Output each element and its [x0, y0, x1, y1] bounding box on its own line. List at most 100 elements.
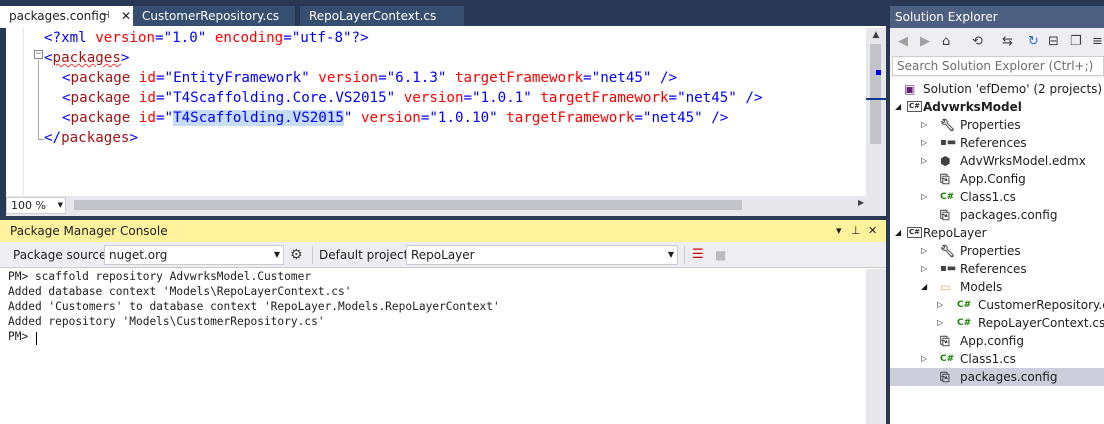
xml-token: packages — [52, 50, 121, 66]
se-title: Solution Explorer — [895, 10, 998, 24]
close-icon[interactable]: ✕ — [121, 6, 131, 26]
wrench-icon: 🔧︎ — [940, 118, 956, 132]
references-icon: ▪▬ — [940, 137, 957, 148]
tree-node-label: References — [960, 136, 1027, 150]
tree-node-label: RepoLayerContext.cs — [978, 316, 1104, 330]
tree-node-models-folder[interactable]: ◢ ▭ Models — [890, 278, 1104, 296]
code-line-6: </packages> — [44, 128, 138, 148]
dropdown-icon[interactable]: ▼ — [668, 246, 674, 264]
expanded-icon[interactable]: ◢ — [895, 98, 901, 116]
xml-token: " — [164, 110, 174, 126]
scroll-thumb[interactable] — [870, 44, 881, 144]
scroll-right-icon[interactable]: ▶ — [858, 198, 864, 207]
copy-icon[interactable]: ❐ — [1070, 28, 1082, 56]
xml-token: /> — [702, 110, 729, 126]
code-line-5: <package id="T4Scaffolding.VS2015" versi… — [62, 108, 728, 128]
xml-token — [310, 70, 319, 86]
stop-icon[interactable]: ■ — [715, 242, 726, 268]
dropdown-icon[interactable]: ▾ — [836, 220, 842, 242]
dropdown-icon[interactable]: ▼ — [274, 246, 280, 264]
tree-node-packages-config-selected[interactable]: ⎘ packages.config — [890, 368, 1104, 386]
collapse-icon[interactable]: − — [34, 50, 43, 59]
xml-token — [498, 110, 507, 126]
xml-token: version — [95, 30, 156, 46]
xml-token: package — [70, 90, 131, 106]
collapsed-icon[interactable]: ▷ — [937, 314, 943, 332]
edmx-icon: ⬢ — [940, 154, 951, 168]
tree-node-properties[interactable]: ▷ 🔧︎ Properties — [890, 242, 1104, 260]
tab-customer-repository[interactable]: CustomerRepository.cs — [133, 6, 295, 26]
csharp-file-icon: C# — [957, 300, 972, 310]
code-editor[interactable]: − <?xml version="1.0" encoding="utf-8"?>… — [6, 28, 866, 196]
xml-token: = — [283, 30, 292, 46]
collapsed-icon[interactable]: ▷ — [921, 188, 927, 206]
tab-label: RepoLayerContext.cs — [309, 9, 437, 23]
xml-token: = — [668, 90, 678, 106]
editor-vertical-scrollbar[interactable]: ▲ — [866, 28, 886, 196]
dropdown-icon[interactable]: ▼ — [58, 198, 63, 213]
scroll-up-icon[interactable]: ▲ — [866, 28, 886, 42]
tree-node-class1[interactable]: ▷ C# Class1.cs — [890, 188, 1104, 206]
text-caret — [36, 332, 37, 345]
collapsed-icon[interactable]: ▷ — [921, 134, 927, 152]
tree-node-customer-repository[interactable]: ▷ C# CustomerRepository.cs — [890, 296, 1104, 314]
tab-packages-config[interactable]: packages.config ⊣ ✕ — [0, 6, 135, 26]
collapse-all-icon[interactable]: ⊟ — [1048, 28, 1059, 56]
properties-icon[interactable]: ≡ — [1092, 28, 1103, 56]
tree-node-repo-layer-context[interactable]: ▷ C# RepoLayerContext.cs — [890, 314, 1104, 332]
zoom-combo[interactable]: 100 % ▼ — [6, 197, 66, 214]
wrench-icon: 🔧︎ — [940, 244, 956, 258]
package-source-select[interactable]: nuget.org ▼ — [104, 245, 284, 265]
expanded-icon[interactable]: ◢ — [921, 278, 927, 296]
tree-node-references[interactable]: ▷ ▪▬ References — [890, 260, 1104, 278]
collapsed-icon[interactable]: ▷ — [921, 350, 927, 368]
horizontal-scroll-thumb[interactable] — [74, 200, 742, 210]
console-vertical-scrollbar[interactable] — [866, 269, 886, 424]
tree-node-packages-config[interactable]: ⎘ packages.config — [890, 206, 1104, 224]
xml-token: "1.0.10" — [429, 110, 498, 126]
default-project-select[interactable]: RepoLayer ▼ — [406, 245, 678, 265]
tree-node-class1[interactable]: ▷ C# Class1.cs — [890, 350, 1104, 368]
tree-node-edmx[interactable]: ▷ ⬢ AdvWrksModel.edmx — [890, 152, 1104, 170]
tree-node-app-config[interactable]: ⎘ App.Config — [890, 170, 1104, 188]
collapsed-icon[interactable]: ▷ — [937, 296, 943, 314]
xml-token: version — [361, 110, 421, 126]
refresh-icon[interactable]: ↻ — [1028, 28, 1039, 56]
se-search-input[interactable]: Search Solution Explorer (Ctrl+;) — [892, 56, 1104, 76]
xml-token: version — [318, 70, 379, 86]
tab-repo-layer-context[interactable]: RepoLayerContext.cs — [300, 6, 464, 26]
expanded-icon[interactable]: ◢ — [895, 224, 901, 242]
tree-node-project[interactable]: ◢ C# AdvwrksModel — [890, 98, 1104, 116]
pin-icon[interactable]: ⊥ — [851, 220, 861, 242]
toolbar-separator — [684, 246, 685, 264]
tree-node-properties[interactable]: ▷ 🔧︎ Properties — [890, 116, 1104, 134]
console-output[interactable]: PM> scaffold repository AdvwrksModel.Cus… — [0, 269, 866, 424]
console-prompt[interactable]: PM> — [8, 329, 35, 344]
xml-token: = — [155, 90, 165, 106]
xml-token: < — [62, 110, 71, 126]
csharp-file-icon: C# — [940, 354, 955, 364]
fold-guide — [38, 60, 39, 140]
back-icon[interactable]: ◀ — [898, 28, 908, 56]
se-tree: ▣ Solution 'efDemo' (2 projects) ◢ C# Ad… — [890, 78, 1104, 424]
collapsed-icon[interactable]: ▷ — [921, 242, 927, 260]
xml-token: = — [155, 70, 165, 86]
xml-token: = — [378, 70, 387, 86]
home-icon[interactable]: ⌂ — [942, 28, 950, 56]
xml-token: < — [44, 50, 53, 66]
sync-icon[interactable]: ⇆ — [1002, 28, 1013, 56]
tree-node-solution[interactable]: ▣ Solution 'efDemo' (2 projects) — [890, 80, 1104, 98]
collapsed-icon[interactable]: ▷ — [921, 116, 927, 134]
settings-icon[interactable]: ⚙ — [290, 242, 303, 268]
collapsed-icon[interactable]: ▷ — [921, 260, 927, 278]
collapsed-icon[interactable]: ▷ — [921, 152, 927, 170]
xml-token: targetFramework — [454, 70, 584, 86]
history-icon[interactable]: ⟲ — [972, 28, 983, 56]
close-icon[interactable]: ✕ — [868, 220, 877, 242]
tree-node-references[interactable]: ▷ ▪▬ References — [890, 134, 1104, 152]
forward-icon[interactable]: ▶ — [920, 28, 930, 56]
clear-icon[interactable]: ☰ — [692, 242, 704, 268]
tree-node-app-config[interactable]: ⎘ App.config — [890, 332, 1104, 350]
tree-node-project[interactable]: ◢ C# RepoLayer — [890, 224, 1104, 242]
pin-icon[interactable]: ⊣ — [101, 6, 110, 26]
